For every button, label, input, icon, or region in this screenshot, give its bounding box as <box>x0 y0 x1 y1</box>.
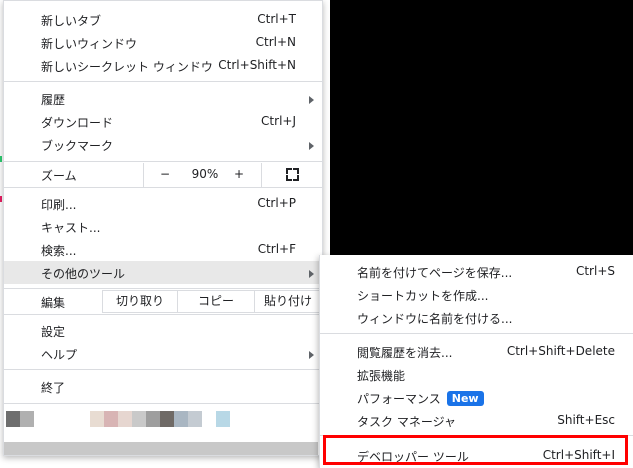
menu-item-history[interactable]: 履歴 <box>4 87 322 110</box>
blurred-swatch <box>104 411 118 427</box>
highlight-callout-box <box>323 435 628 465</box>
menu-item-label: パフォーマンス <box>357 392 441 406</box>
menu-item-label: 履歴 <box>41 93 66 107</box>
blurred-swatch <box>174 411 188 427</box>
menu-item-shortcut: Ctrl+Shift+Delete <box>506 344 615 358</box>
menu-item-label: 終了 <box>41 381 66 395</box>
menu-separator <box>4 314 322 315</box>
zoom-out-button[interactable]: − <box>158 167 172 181</box>
menu-item-cast[interactable]: キャスト... <box>4 215 322 238</box>
menu-item-new-tab[interactable]: 新しいタブ Ctrl+T <box>4 8 322 31</box>
menu-separator <box>4 81 322 82</box>
submenu-item-extensions[interactable]: 拡張機能 <box>320 363 633 386</box>
menu-item-exit[interactable]: 終了 <box>4 375 322 398</box>
blurred-swatch <box>6 411 20 427</box>
menu-item-label: ダウンロード <box>41 116 114 130</box>
menu-item-label: 閲覧履歴を消去... <box>357 346 453 360</box>
menu-item-label: ヘルプ <box>41 348 78 362</box>
menu-item-shortcut: Ctrl+Shift+N <box>218 58 296 72</box>
menu-item-label: 新しいシークレット ウィンドウ <box>41 60 213 74</box>
chevron-right-icon <box>309 142 314 150</box>
new-badge: New <box>446 391 484 406</box>
zoom-row: ズーム − 90% + <box>4 163 322 187</box>
menu-item-shortcut: Shift+Esc <box>557 413 615 427</box>
horizontal-scrollbar[interactable] <box>4 442 318 455</box>
menu-item-label: ブックマーク <box>41 139 114 153</box>
menu-item-help[interactable]: ヘルプ <box>4 342 322 365</box>
blurred-swatch <box>160 411 174 427</box>
menu-item-print[interactable]: 印刷... Ctrl+P <box>4 192 322 215</box>
zoom-controls: − 90% + <box>143 163 261 187</box>
page-edge-mark <box>0 156 2 162</box>
menu-item-label-group: パフォーマンス New <box>357 390 484 407</box>
menu-separator <box>4 403 322 404</box>
menu-item-label: タスク マネージャ <box>357 415 456 429</box>
cut-button[interactable]: 切り取り <box>102 290 178 313</box>
zoom-level-value: 90% <box>191 167 219 181</box>
menu-item-shortcut: Ctrl+N <box>255 35 296 49</box>
menu-item-label: ウィンドウに名前を付ける... <box>357 312 513 326</box>
blurred-swatch <box>146 411 160 427</box>
blurred-swatch <box>216 411 230 427</box>
menu-item-label: その他のツール <box>41 267 126 281</box>
menu-item-label: 新しいタブ <box>41 14 102 28</box>
copy-button[interactable]: コピー <box>177 290 255 313</box>
zoom-label: ズーム <box>41 169 77 183</box>
blurred-swatch <box>90 411 104 427</box>
submenu-item-name-window[interactable]: ウィンドウに名前を付ける... <box>320 306 633 329</box>
menu-item-label: 名前を付けてページを保存... <box>357 266 513 280</box>
menu-item-label: 検索... <box>41 244 77 258</box>
menu-item-label: 設定 <box>41 325 66 339</box>
paste-button[interactable]: 貼り付け <box>254 290 322 313</box>
submenu-item-clear-browsing-data[interactable]: 閲覧履歴を消去... Ctrl+Shift+Delete <box>320 340 633 363</box>
blurred-swatch <box>132 411 146 427</box>
menu-item-label: ショートカットを作成... <box>357 289 489 303</box>
zoom-in-button[interactable]: + <box>232 167 246 181</box>
menu-separator <box>320 333 633 334</box>
chrome-main-menu: 新しいタブ Ctrl+T 新しいウィンドウ Ctrl+N 新しいシークレット ウ… <box>3 0 323 456</box>
blurred-swatch <box>20 411 34 427</box>
edit-row: 編集 切り取り コピー 貼り付け <box>4 290 322 314</box>
menu-item-shortcut: Ctrl+J <box>261 114 296 128</box>
menu-item-shortcut: Ctrl+S <box>575 264 615 278</box>
chevron-right-icon <box>309 96 314 104</box>
menu-separator <box>4 369 322 370</box>
menu-item-shortcut: Ctrl+T <box>257 12 296 26</box>
menu-item-new-window[interactable]: 新しいウィンドウ Ctrl+N <box>4 31 322 54</box>
menu-separator <box>4 161 322 162</box>
blurred-swatch <box>118 411 132 427</box>
menu-item-downloads[interactable]: ダウンロード Ctrl+J <box>4 110 322 133</box>
menu-item-bookmarks[interactable]: ブックマーク <box>4 133 322 156</box>
menu-item-label: 印刷... <box>41 198 77 212</box>
edit-label: 編集 <box>41 296 66 310</box>
menu-item-more-tools[interactable]: その他のツール <box>4 261 322 284</box>
fullscreen-button[interactable] <box>261 163 322 187</box>
submenu-item-performance[interactable]: パフォーマンス New <box>320 386 633 409</box>
menu-separator <box>4 187 322 188</box>
menu-item-search[interactable]: 検索... Ctrl+F <box>4 238 322 261</box>
page-background-dark <box>330 0 633 255</box>
menu-item-settings[interactable]: 設定 <box>4 319 322 342</box>
menu-item-label: 新しいウィンドウ <box>41 37 138 51</box>
menu-item-new-incognito-window[interactable]: 新しいシークレット ウィンドウ Ctrl+Shift+N <box>4 54 322 77</box>
menu-item-label: キャスト... <box>41 221 101 235</box>
chevron-right-icon <box>309 351 314 359</box>
blurred-swatch <box>188 411 202 427</box>
submenu-item-save-page[interactable]: 名前を付けてページを保存... Ctrl+S <box>320 260 633 283</box>
submenu-item-create-shortcut[interactable]: ショートカットを作成... <box>320 283 633 306</box>
page-edge-mark <box>0 196 2 202</box>
submenu-item-task-manager[interactable]: タスク マネージャ Shift+Esc <box>320 409 633 432</box>
menu-item-label: 拡張機能 <box>357 369 406 383</box>
chevron-right-icon <box>309 270 314 278</box>
menu-separator <box>4 288 322 289</box>
menu-item-shortcut: Ctrl+P <box>257 196 296 210</box>
fullscreen-icon <box>286 168 299 181</box>
menu-item-shortcut: Ctrl+F <box>257 242 296 256</box>
